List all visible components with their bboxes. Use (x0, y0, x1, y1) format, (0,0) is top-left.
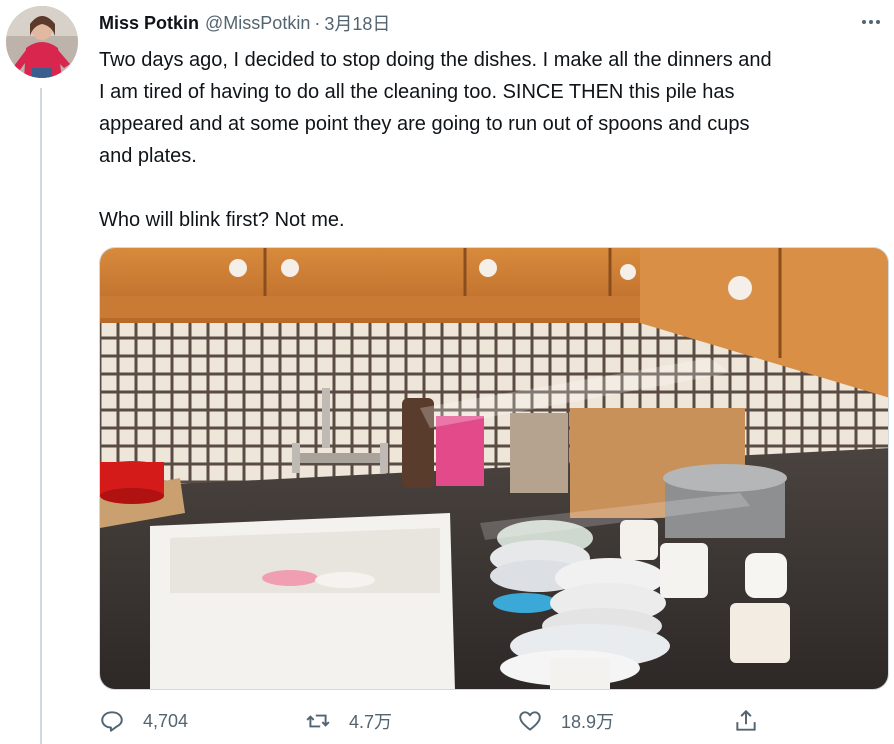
retweet-icon (306, 714, 330, 728)
reply-count: 4,704 (143, 710, 189, 731)
dishes-photo (100, 248, 888, 689)
retweet-button[interactable]: 4.7万 (305, 708, 392, 734)
author-handle[interactable]: @MissPotkin (205, 13, 310, 34)
tweet-text: Two days ago, I decided to stop doing th… (99, 49, 772, 231)
more-icon[interactable] (856, 8, 886, 36)
more-horizontal-icon (862, 20, 880, 24)
like-count: 18.9万 (561, 712, 615, 732)
reply-button[interactable]: 4,704 (99, 708, 188, 734)
reply-icon (101, 711, 123, 732)
tweet-date[interactable]: 3月18日 (324, 10, 390, 36)
like-button[interactable]: 18.9万 (517, 708, 614, 734)
thread-line (40, 88, 42, 744)
avatar-photo (6, 6, 78, 78)
tweet-header: Miss Potkin @MissPotkin · 3月18日 (99, 10, 390, 36)
avatar[interactable] (6, 6, 78, 78)
author-name[interactable]: Miss Potkin (99, 13, 199, 34)
retweet-count: 4.7万 (349, 712, 393, 732)
separator-dot: · (314, 12, 321, 33)
share-icon (736, 709, 756, 731)
tweet-actions: 4,704 4.7万 18.9万 (99, 708, 779, 744)
share-button[interactable] (733, 708, 759, 734)
heart-icon (519, 711, 541, 731)
tweet-photo[interactable] (99, 247, 889, 690)
